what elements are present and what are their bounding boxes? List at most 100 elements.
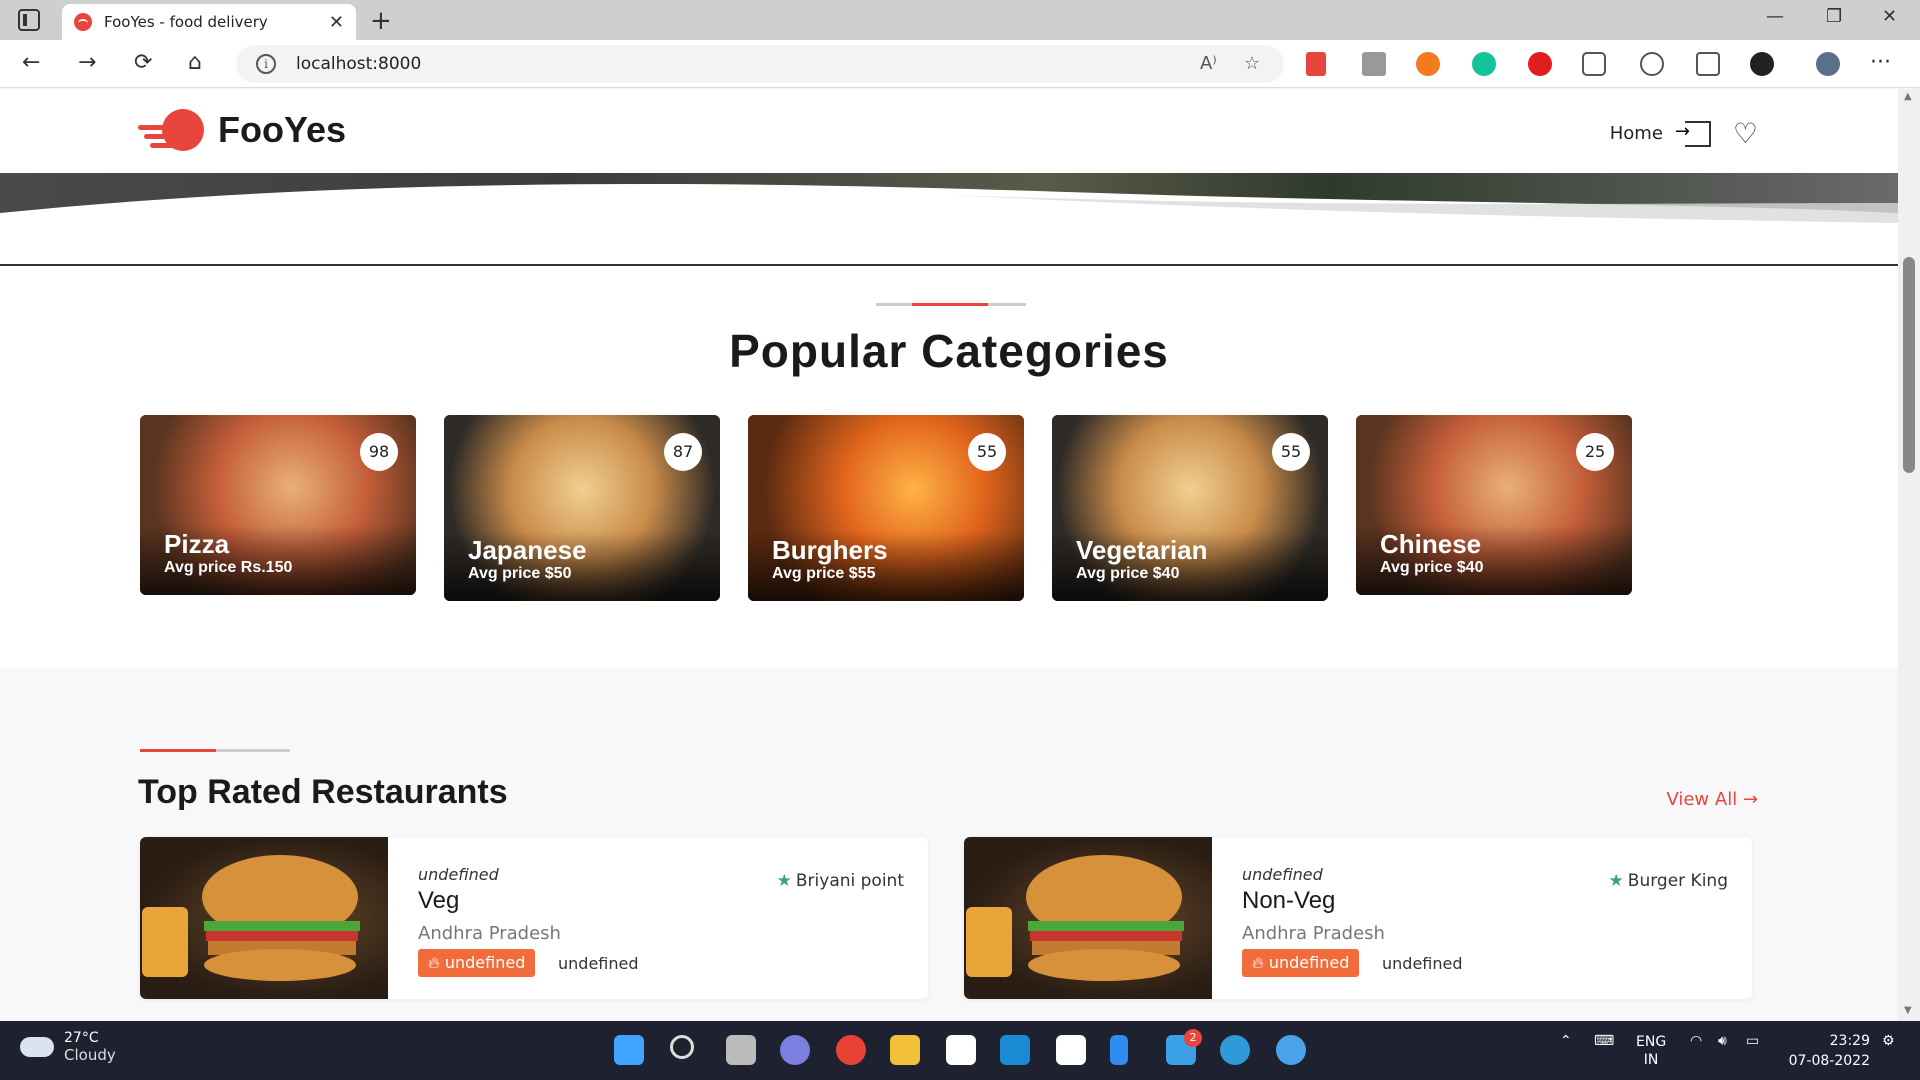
scrollbar-thumb[interactable] xyxy=(1903,257,1915,473)
globe-icon[interactable] xyxy=(1276,1035,1306,1065)
weather-desc: Cloudy xyxy=(64,1046,116,1064)
restaurant-card[interactable]: undefined Non-Veg Andhra Pradesh 🔥︎ unde… xyxy=(964,837,1752,999)
restaurant-tag-extra: undefined xyxy=(558,954,639,973)
hero-wave xyxy=(0,184,1898,273)
tab-actions-icon[interactable] xyxy=(18,9,40,31)
add-favorite-icon[interactable]: ☆ xyxy=(1244,53,1260,74)
restaurant-meta: undefined xyxy=(1242,865,1323,884)
category-card-burghers[interactable]: 55 Burghers Avg price $55 xyxy=(748,415,1024,601)
orange-extension-icon[interactable] xyxy=(1416,52,1440,76)
category-card-chinese[interactable]: 25 Chinese Avg price $40 xyxy=(1356,415,1632,595)
restaurant-brand-name: Burger King xyxy=(1627,871,1728,891)
language-indicator[interactable]: ENG IN xyxy=(1636,1033,1666,1069)
search-icon[interactable] xyxy=(670,1035,694,1059)
heart-icon[interactable]: ♡ xyxy=(1733,117,1758,150)
category-price: Avg price Rs.150 xyxy=(164,559,293,576)
category-price: Avg price $55 xyxy=(772,565,876,582)
close-window-button[interactable]: ✕ xyxy=(1882,6,1897,27)
new-tab-button[interactable]: + xyxy=(370,6,392,36)
store-icon[interactable] xyxy=(946,1035,976,1065)
restaurant-location: Andhra Pradesh xyxy=(418,923,561,944)
tab-title: FooYes - food delivery xyxy=(104,13,268,31)
maximize-button[interactable]: ❐ xyxy=(1826,6,1842,27)
site-logo[interactable]: FooYes xyxy=(138,107,346,153)
flutter-icon[interactable] xyxy=(1110,1035,1128,1065)
header-nav: Home ♡ xyxy=(1610,117,1758,150)
restaurant-name: Non-Veg xyxy=(1242,887,1336,914)
edge-icon[interactable] xyxy=(1220,1035,1250,1065)
page-scrollbar[interactable]: ▲ ▼ xyxy=(1898,89,1920,1021)
restaurant-tag: 🔥︎ undefined xyxy=(418,949,536,977)
site-favicon-icon xyxy=(74,13,92,31)
lightning-extension-icon[interactable] xyxy=(1306,52,1326,76)
login-icon[interactable] xyxy=(1675,120,1711,147)
more-menu-button[interactable]: ··· xyxy=(1870,50,1891,75)
scroll-up-icon[interactable]: ▲ xyxy=(1904,91,1912,102)
restaurant-card[interactable]: undefined Veg Andhra Pradesh 🔥︎ undefine… xyxy=(140,837,928,999)
category-count-badge: 55 xyxy=(1272,433,1310,471)
category-count-badge: 25 xyxy=(1576,433,1614,471)
task-view-icon[interactable] xyxy=(726,1035,756,1065)
url-text[interactable]: localhost:8000 xyxy=(296,54,421,74)
home-button[interactable]: ⌂ xyxy=(188,50,202,75)
forward-button[interactable]: → xyxy=(78,50,96,75)
clock-date: 07-08-2022 xyxy=(1788,1053,1870,1069)
grammarly-extension-icon[interactable] xyxy=(1472,52,1496,76)
clock-time: 23:29 xyxy=(1829,1033,1870,1049)
dropbox-icon[interactable] xyxy=(1056,1035,1086,1065)
profile-avatar[interactable] xyxy=(1816,52,1840,76)
reload-button[interactable]: ⟳ xyxy=(134,50,152,75)
battery-icon[interactable]: ▭ xyxy=(1746,1033,1759,1049)
vscode-icon[interactable] xyxy=(1000,1035,1030,1065)
flame-icon: 🔥︎ xyxy=(428,953,445,972)
view-all-link[interactable]: View All → xyxy=(1666,789,1758,810)
volume-icon[interactable]: 🔊︎ xyxy=(1718,1033,1727,1049)
category-card-japanese[interactable]: 87 Japanese Avg price $50 xyxy=(444,415,720,601)
chrome-icon[interactable] xyxy=(836,1035,866,1065)
os-taskbar: 27°C Cloudy 2 ⌃ ⌨ ENG IN ◠ 🔊︎ ▭ 23:29 07… xyxy=(0,1021,1920,1080)
lang-code: ENG xyxy=(1636,1034,1667,1050)
minimize-button[interactable]: — xyxy=(1766,6,1784,27)
logo-icon xyxy=(138,107,210,153)
category-name: Japanese xyxy=(468,535,587,565)
extensions-icon[interactable] xyxy=(1582,52,1606,76)
tray-chevron-icon[interactable]: ⌃ xyxy=(1560,1033,1572,1049)
system-clock[interactable]: 23:29 07-08-2022 xyxy=(1789,1031,1870,1071)
cart-extension-icon[interactable] xyxy=(1362,52,1386,76)
category-price: Avg price $40 xyxy=(1380,559,1484,576)
section-rule xyxy=(0,264,1898,266)
category-name: Pizza xyxy=(164,529,230,559)
notifications-icon[interactable]: ⚙ xyxy=(1882,1033,1895,1049)
weather-widget[interactable]: 27°C Cloudy xyxy=(20,1030,116,1064)
popular-categories-title: Popular Categories xyxy=(729,325,1169,377)
tab-close-icon[interactable]: ✕ xyxy=(329,12,344,33)
weather-temp: 27°C xyxy=(64,1030,99,1046)
star-icon: ★ xyxy=(1608,871,1624,891)
back-button[interactable]: ← xyxy=(22,50,40,75)
health-icon[interactable] xyxy=(1750,52,1774,76)
nav-home-link[interactable]: Home xyxy=(1610,123,1663,144)
restaurant-image xyxy=(964,837,1212,999)
restaurant-tag-label: undefined xyxy=(1268,953,1350,972)
read-aloud-icon[interactable]: A⁾ xyxy=(1200,53,1217,74)
favorites-icon[interactable] xyxy=(1640,52,1664,76)
category-card-vegetarian[interactable]: 55 Vegetarian Avg price $40 xyxy=(1052,415,1328,601)
browser-tab[interactable]: FooYes - food delivery ✕ xyxy=(62,4,356,40)
file-explorer-icon[interactable] xyxy=(890,1035,920,1065)
collections-icon[interactable] xyxy=(1696,52,1720,76)
start-icon[interactable] xyxy=(614,1035,644,1065)
page-viewport: FooYes Home ♡ Popular Categories 98 Pizz… xyxy=(0,89,1898,1021)
category-name: Burghers xyxy=(772,535,888,565)
restaurants-divider xyxy=(140,749,290,752)
site-info-icon[interactable]: i xyxy=(256,54,276,74)
opera-extension-icon[interactable] xyxy=(1528,52,1552,76)
keyboard-icon[interactable]: ⌨ xyxy=(1594,1033,1614,1049)
chat-icon[interactable] xyxy=(780,1035,810,1065)
popular-divider xyxy=(876,303,1026,306)
wifi-icon[interactable]: ◠ xyxy=(1690,1033,1702,1049)
address-bar[interactable]: i localhost:8000 A⁾ ☆ xyxy=(236,45,1284,83)
category-price: Avg price $50 xyxy=(468,565,572,582)
site-header: FooYes Home ♡ xyxy=(0,89,1898,173)
scroll-down-icon[interactable]: ▼ xyxy=(1904,1005,1912,1016)
category-card-pizza[interactable]: 98 Pizza Avg price Rs.150 xyxy=(140,415,416,595)
